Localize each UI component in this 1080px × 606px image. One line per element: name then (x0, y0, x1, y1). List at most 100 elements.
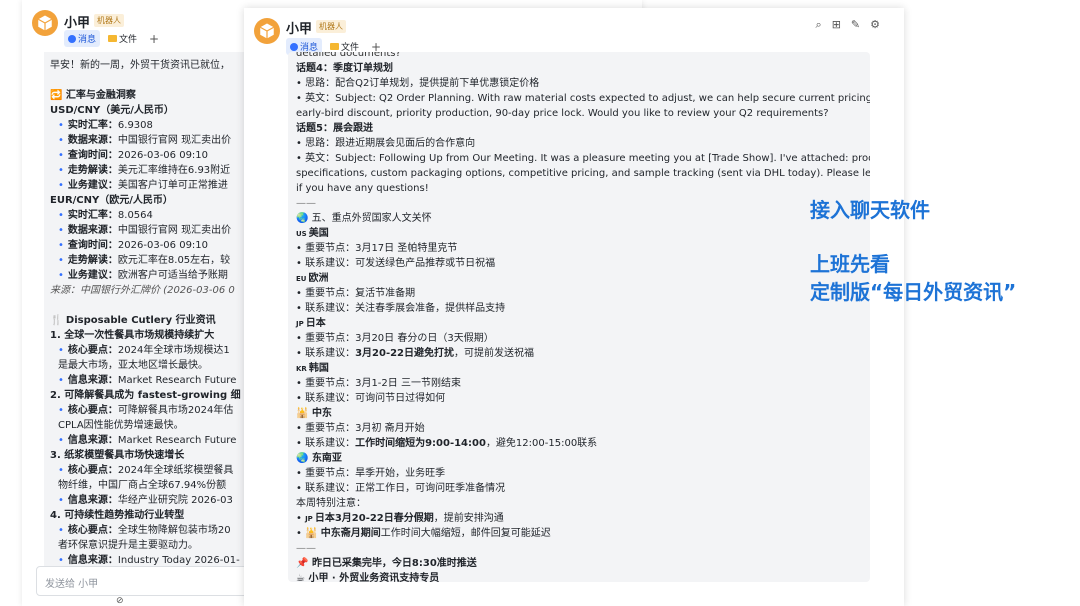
tab-files-label: 文件 (119, 35, 138, 45)
front-message-line: KR 韩国 (296, 361, 862, 376)
flag-icon: JP (305, 515, 313, 523)
bullet-icon: • (58, 150, 64, 161)
field-key: 数据来源： (67, 135, 118, 146)
front-message-line: detailed documents? (296, 52, 862, 61)
caption-line-3: 定制版“每日外贸资讯” (810, 280, 1017, 304)
front-message-line: ☕ 小甲 · 外贸业务资讯支持专员 (296, 571, 862, 582)
field-key: 信息来源： (67, 495, 118, 506)
line-text: specifications, custom packaging options… (296, 168, 870, 179)
chat-title: 小甲 (286, 22, 313, 37)
front-message-line: —— (296, 541, 862, 556)
box-icon (259, 23, 275, 39)
line-text: • 重要节点：3月1-2日 三一节刚结束 (296, 378, 461, 389)
front-message-line: EU 欧洲 (296, 271, 862, 286)
line-text: 美国 (308, 228, 329, 239)
message-icon (290, 42, 298, 51)
tab-files[interactable]: 文件 (104, 30, 141, 47)
field-value: 华经产业研究院 2026-03 (117, 495, 233, 506)
line-suffix: ，避免12:00-15:00联系 (485, 438, 598, 449)
field-value: 8.0564 (117, 210, 153, 221)
line-bold: 日本3月20-22日春分假期 (314, 513, 434, 524)
line-suffix: ，可提前发送祝福 (454, 348, 535, 359)
tab-messages[interactable]: 消息 (64, 30, 101, 47)
field-key: 走势解读： (67, 255, 118, 266)
front-message-line: • 重要节点：旱季开始，业务旺季 (296, 466, 862, 481)
front-message-line: 话题4：季度订单规划 (296, 61, 862, 76)
search-icon[interactable]: ⌕ (816, 18, 822, 32)
line-text: 昨日已采集完毕，今日8:30准时推送 (311, 558, 477, 569)
front-message-line: • 🕌 中东斋月期间工作时间大幅缩短，邮件回复可能延迟 (296, 526, 862, 541)
front-chat-header: 小甲 机器人 消息 文件 + ⌕ ⊞ ✎ ⚙ (244, 8, 904, 58)
line-text: 1. 全球一次性餐具市场规模持续扩大 (50, 330, 215, 341)
bullet-icon: • (58, 270, 64, 281)
line-text: USD/CNY（美元/人民币） (50, 105, 174, 116)
add-tab-button[interactable]: + (149, 32, 159, 46)
line-text: 4. 可持续性趋势推动行业转型 (50, 510, 185, 521)
bullet-icon: • (58, 225, 64, 236)
field-value: 美国客户订单可正常推进 (117, 180, 228, 191)
line-text: 🌏 五、重点外贸国家人文关怀 (296, 213, 432, 224)
front-message-line: • 联系建议：3月20-22日避免打扰，可提前发送祝福 (296, 346, 862, 361)
field-key: 核心要点： (67, 345, 118, 356)
field-value: 2026-03-06 09:10 (117, 150, 209, 161)
bullet-icon: • (58, 555, 64, 566)
line-text: • 思路：跟进近期展会见面后的合作意向 (296, 138, 476, 149)
bullet-icon: • (58, 465, 64, 476)
field-key: 实时汇率： (67, 210, 118, 221)
line-text: 🔁 汇率与金融洞察 (50, 90, 136, 101)
emoji-icon: 🌏 (296, 453, 312, 464)
line-bold: 3月20-22日避免打扰 (355, 348, 455, 359)
line-text: • 联系建议：关注春季展会准备，提供样品支持 (296, 303, 506, 314)
settings-icon[interactable]: ⚙ (870, 18, 880, 32)
add-chat-icon[interactable]: ⊞ (832, 18, 841, 32)
front-message-line: JP 日本 (296, 316, 862, 331)
front-message-line: • 重要节点：3月1-2日 三一节刚结束 (296, 376, 862, 391)
field-key: 实时汇率： (67, 120, 118, 131)
bullet-icon: • (58, 210, 64, 221)
front-message-line: early-bird discount, priority production… (296, 106, 862, 121)
bullet-icon: • (58, 525, 64, 536)
field-key: 信息来源： (67, 435, 118, 446)
bot-avatar[interactable] (254, 18, 280, 44)
emoji-icon: 🕌 (296, 408, 312, 419)
line-text: 物纤维，中国厂商占全球67.94%份额 (58, 480, 227, 491)
front-message-line: 🕌 中东 (296, 406, 862, 421)
edit-icon[interactable]: ✎ (851, 18, 860, 32)
front-message-line: • 重要节点：3月20日 春分の日（3天假期） (296, 331, 862, 346)
line-text: —— (296, 198, 316, 209)
bot-badge: 机器人 (316, 20, 346, 33)
front-message-bubble[interactable]: detailed documents? 话题4：季度订单规划 • 思路：配合Q2订单… (288, 52, 870, 582)
bullet-icon: • (58, 135, 64, 146)
emoji-icon: 📌 (296, 558, 312, 569)
field-value: Industry Today 2026-01- (117, 555, 240, 566)
line-prefix: • 联系建议： (296, 438, 356, 449)
field-value: 欧洲客户可适当给予账期 (117, 270, 228, 281)
block-icon[interactable]: ⊘ (116, 596, 124, 606)
bot-avatar[interactable] (32, 10, 58, 36)
line-suffix: 工作时间大幅缩短，邮件回复可能延迟 (380, 528, 551, 539)
front-message-line: US 美国 (296, 226, 862, 241)
field-value: 2026-03-06 09:10 (117, 240, 209, 251)
chat-title: 小甲 (64, 16, 91, 31)
front-message-line: • 重要节点：3月初 斋月开始 (296, 421, 862, 436)
field-key: 信息来源： (67, 555, 118, 566)
field-value: 美元汇率维持在6.93附近 (117, 165, 231, 176)
front-message-line: • 联系建议：正常工作日，可询问旺季准备情况 (296, 481, 862, 496)
bullet-icon: • (58, 255, 64, 266)
flag-icon: JP (296, 320, 304, 328)
line-text: • 联系建议：可发送绿色产品推荐或节日祝福 (296, 258, 496, 269)
folder-icon (330, 43, 340, 50)
front-message-line: 🌏 五、重点外贸国家人文关怀 (296, 211, 862, 226)
field-value: 可降解餐具市场2024年估 (117, 405, 234, 416)
front-message-line: specifications, custom packaging options… (296, 166, 870, 181)
field-value: 2024年全球市场规模达1 (117, 345, 230, 356)
line-text: CPLA因性能优势增速最快。 (58, 420, 184, 431)
line-text: if you have any questions! (296, 183, 429, 194)
bullet-icon: • (58, 180, 64, 191)
bullet-icon: • (58, 495, 64, 506)
line-prefix: • (296, 513, 306, 524)
front-message-line: • 英文：Subject: Following Up from Our Meet… (296, 151, 870, 166)
front-message-line: 话题5：展会跟进 (296, 121, 862, 136)
field-key: 查询时间： (67, 240, 118, 251)
line-text: • 英文：Subject: Following Up from Our Meet… (296, 153, 870, 164)
